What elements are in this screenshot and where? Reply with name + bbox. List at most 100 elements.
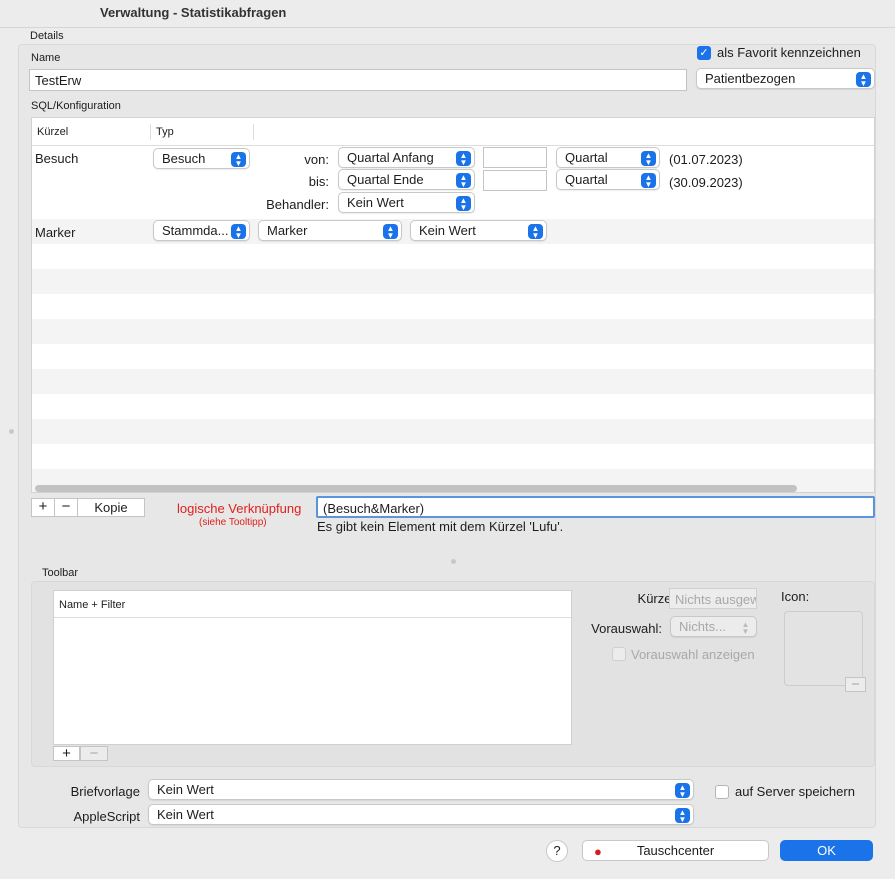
behandler-select[interactable]: Kein Wert ▲ ▼ bbox=[338, 192, 475, 213]
logic-label: logische Verknüpfung bbox=[177, 501, 302, 516]
vorauswahl-label: Vorauswahl: bbox=[591, 621, 662, 636]
bis-date: (30.09.2023) bbox=[669, 175, 743, 190]
bis-label: bis: bbox=[308, 174, 329, 189]
chevron-updown-icon: ▲ ▼ bbox=[741, 620, 750, 636]
table-row bbox=[32, 269, 874, 294]
bis-unit-select[interactable]: Quartal ▲ ▼ bbox=[556, 169, 660, 190]
toolbar-list-header: Name + Filter bbox=[59, 599, 126, 611]
column-divider bbox=[253, 124, 254, 140]
table-row bbox=[32, 294, 874, 319]
ok-button[interactable]: OK bbox=[780, 840, 873, 861]
chevron-updown-icon: ▲ ▼ bbox=[383, 224, 398, 240]
table-row bbox=[32, 369, 874, 394]
split-view-handle[interactable] bbox=[9, 429, 14, 434]
chevron-updown-icon: ▲ ▼ bbox=[675, 808, 690, 824]
server-save-checkbox[interactable] bbox=[715, 785, 729, 799]
chevron-updown-icon: ▲ ▼ bbox=[641, 151, 656, 167]
marker-value-value: Kein Wert bbox=[419, 223, 476, 238]
column-header-typ[interactable]: Typ bbox=[156, 126, 174, 138]
column-header-kuerzel[interactable]: Kürzel bbox=[37, 126, 68, 138]
apple-icon: ● bbox=[594, 844, 602, 859]
type-select-value: Patientbezogen bbox=[705, 71, 796, 86]
split-view-handle[interactable] bbox=[451, 559, 456, 564]
add-row-button[interactable]: + bbox=[31, 498, 55, 517]
header-divider bbox=[54, 617, 571, 618]
kuerzel-label: Kürzel: bbox=[637, 591, 678, 606]
name-field[interactable]: TestErw bbox=[29, 69, 687, 91]
bis-select[interactable]: Quartal Ende ▲ ▼ bbox=[338, 169, 475, 190]
toolbar-remove-button[interactable]: − bbox=[80, 746, 108, 761]
tauschcenter-button[interactable]: ● Tauschcenter bbox=[582, 840, 769, 861]
toolbar-list[interactable]: Name + Filter bbox=[53, 590, 572, 745]
show-vorauswahl-label: Vorauswahl anzeigen bbox=[631, 647, 755, 662]
bis-unit-value: Quartal bbox=[565, 172, 608, 187]
remove-row-button[interactable]: − bbox=[54, 498, 78, 517]
favorite-label: als Favorit kennzeichnen bbox=[717, 45, 861, 60]
von-date: (01.07.2023) bbox=[669, 152, 743, 167]
vorauswahl-value: Nichts... bbox=[679, 619, 726, 634]
icon-remove-button[interactable]: − bbox=[845, 677, 866, 692]
icon-label: Icon: bbox=[781, 589, 810, 604]
table-row bbox=[32, 419, 874, 444]
chevron-updown-icon: ▲ ▼ bbox=[456, 196, 471, 212]
vorauswahl-select[interactable]: Nichts... ▲ ▼ bbox=[670, 616, 757, 637]
chevron-updown-icon: ▲ ▼ bbox=[675, 783, 690, 799]
chevron-updown-icon: ▲ ▼ bbox=[231, 224, 246, 240]
title-divider bbox=[0, 27, 895, 28]
von-unit-select[interactable]: Quartal ▲ ▼ bbox=[556, 147, 660, 168]
applescript-select[interactable]: Kein Wert ▲ ▼ bbox=[148, 804, 694, 825]
copy-button[interactable]: Kopie bbox=[77, 498, 145, 517]
tauschcenter-label: Tauschcenter bbox=[636, 843, 715, 858]
name-label: Name bbox=[31, 52, 61, 64]
chevron-updown-icon: ▲ ▼ bbox=[641, 173, 656, 189]
chevron-updown-icon: ▲ ▼ bbox=[528, 224, 543, 240]
toolbar-add-button[interactable]: + bbox=[53, 746, 80, 761]
toolbar-section-label: Toolbar bbox=[42, 567, 79, 579]
von-label: von: bbox=[304, 152, 329, 167]
von-offset-field[interactable] bbox=[483, 147, 547, 168]
row-kuerzel: Besuch bbox=[35, 151, 79, 166]
briefvorlage-select[interactable]: Kein Wert ▲ ▼ bbox=[148, 779, 694, 800]
details-section-label: Details bbox=[30, 30, 64, 42]
behandler-label: Behandler: bbox=[266, 197, 329, 212]
marker-field-value: Marker bbox=[267, 223, 308, 238]
behandler-select-value: Kein Wert bbox=[347, 195, 404, 210]
type-select[interactable]: Patientbezogen ▲ ▼ bbox=[696, 68, 875, 89]
help-button[interactable]: ? bbox=[546, 840, 568, 862]
marker-field-select[interactable]: Marker ▲ ▼ bbox=[258, 220, 402, 241]
horizontal-scrollbar[interactable] bbox=[35, 485, 797, 492]
error-message: Es gibt kein Element mit dem Kürzel 'Luf… bbox=[317, 519, 564, 534]
show-vorauswahl-checkbox[interactable] bbox=[612, 647, 626, 661]
table-row bbox=[32, 319, 874, 344]
bis-select-value: Quartal Ende bbox=[347, 172, 424, 187]
bis-offset-field[interactable] bbox=[483, 170, 547, 191]
logic-input[interactable]: (Besuch&Marker) bbox=[316, 496, 875, 518]
favorite-checkbox[interactable]: ✓ bbox=[697, 46, 711, 60]
marker-value-select[interactable]: Kein Wert ▲ ▼ bbox=[410, 220, 547, 241]
von-unit-value: Quartal bbox=[565, 150, 608, 165]
kuerzel-input[interactable]: Nichts ausgew bbox=[669, 588, 757, 609]
chevron-updown-icon: ▲ ▼ bbox=[456, 173, 471, 189]
server-save-label: auf Server speichern bbox=[735, 784, 855, 799]
briefvorlage-value: Kein Wert bbox=[157, 782, 214, 797]
table-header: Kürzel Typ bbox=[32, 118, 874, 146]
chevron-updown-icon: ▲ ▼ bbox=[231, 152, 246, 168]
von-select[interactable]: Quartal Anfang ▲ ▼ bbox=[338, 147, 475, 168]
chevron-updown-icon: ▲ ▼ bbox=[856, 72, 871, 88]
logic-hint: (siehe Tooltipp) bbox=[199, 517, 267, 528]
table-row bbox=[32, 394, 874, 419]
row-typ-value: Besuch bbox=[162, 151, 206, 166]
icon-well[interactable] bbox=[784, 611, 863, 686]
table-row bbox=[32, 244, 874, 269]
row-typ-select[interactable]: Besuch ▲ ▼ bbox=[153, 148, 250, 169]
row-kuerzel: Marker bbox=[35, 225, 76, 240]
sql-table: Kürzel Typ Besuch Besuch ▲ ▼ von: Quartal… bbox=[31, 117, 875, 493]
briefvorlage-label: Briefvorlage bbox=[70, 784, 140, 799]
chevron-updown-icon: ▲ ▼ bbox=[456, 151, 471, 167]
applescript-value: Kein Wert bbox=[157, 807, 214, 822]
table-row bbox=[32, 444, 874, 469]
sql-label: SQL/Konfiguration bbox=[31, 100, 121, 112]
von-select-value: Quartal Anfang bbox=[347, 150, 434, 165]
row-typ-value: Stammda... bbox=[162, 223, 229, 238]
row-typ-select[interactable]: Stammda... ▲ ▼ bbox=[153, 220, 250, 241]
